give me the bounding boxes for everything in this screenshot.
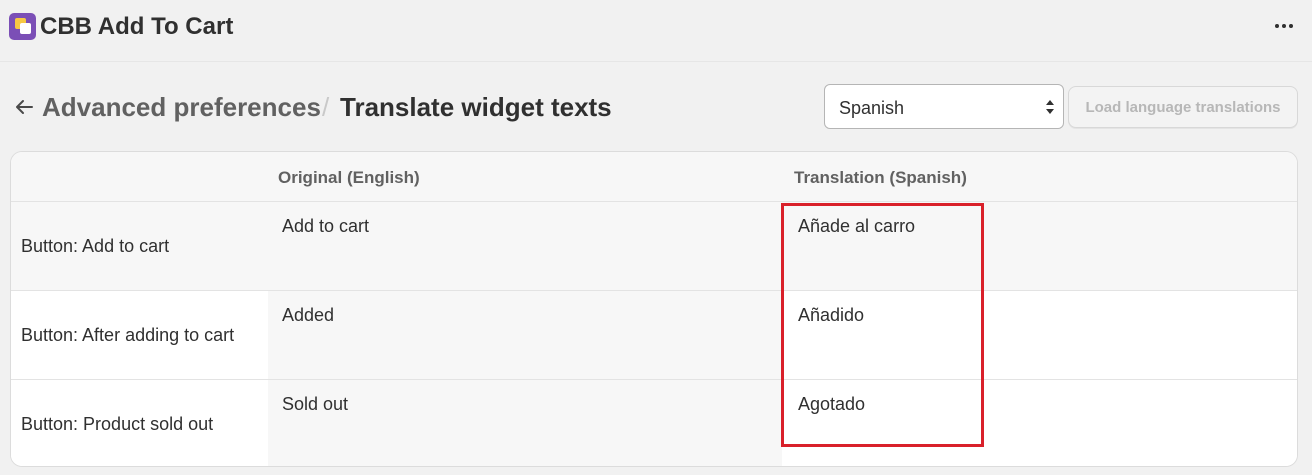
select-chevrons-icon xyxy=(1046,100,1054,114)
language-select[interactable]: Spanish xyxy=(824,84,1064,129)
row-label: Button: Product sold out xyxy=(21,414,214,434)
app-title: CBB Add To Cart xyxy=(40,13,234,40)
translation-field[interactable]: Añadido xyxy=(782,291,1297,379)
row-label: Button: Add to cart xyxy=(21,236,170,256)
row-label: Button: After adding to cart xyxy=(21,325,235,345)
column-header-original: Original (English) xyxy=(278,168,420,187)
table-row: Button: Product sold out Sold out Agotad… xyxy=(11,380,1297,466)
breadcrumb-separator: / xyxy=(322,92,330,122)
original-text: Add to cart xyxy=(282,216,370,236)
page-title: Translate widget texts xyxy=(340,92,612,122)
original-text: Sold out xyxy=(282,394,349,414)
arrow-left-icon[interactable] xyxy=(12,95,36,119)
breadcrumb-parent-link[interactable]: Advanced preferences xyxy=(42,92,321,122)
load-language-translations-button[interactable]: Load language translations xyxy=(1068,86,1298,128)
original-text: Added xyxy=(282,305,335,325)
translation-field[interactable]: Añade al carro xyxy=(782,202,1297,290)
app-logo-icon xyxy=(9,13,36,40)
translation-text: Añadido xyxy=(798,305,865,325)
column-header-translation: Translation (Spanish) xyxy=(794,168,967,187)
translation-text: Agotado xyxy=(798,394,866,414)
app-bar: CBB Add To Cart xyxy=(0,0,1312,62)
table-header: Original (English) Translation (Spanish) xyxy=(11,152,1297,202)
more-horizontal-icon[interactable] xyxy=(1268,12,1300,40)
table-row: Button: After adding to cart Added Añadi… xyxy=(11,291,1297,380)
table-row: Button: Add to cart Add to cart Añade al… xyxy=(11,202,1297,291)
translation-text: Añade al carro xyxy=(798,216,916,236)
language-select-value: Spanish xyxy=(839,98,905,118)
translations-table: Original (English) Translation (Spanish)… xyxy=(10,151,1298,467)
translation-field[interactable]: Agotado xyxy=(782,380,1297,466)
